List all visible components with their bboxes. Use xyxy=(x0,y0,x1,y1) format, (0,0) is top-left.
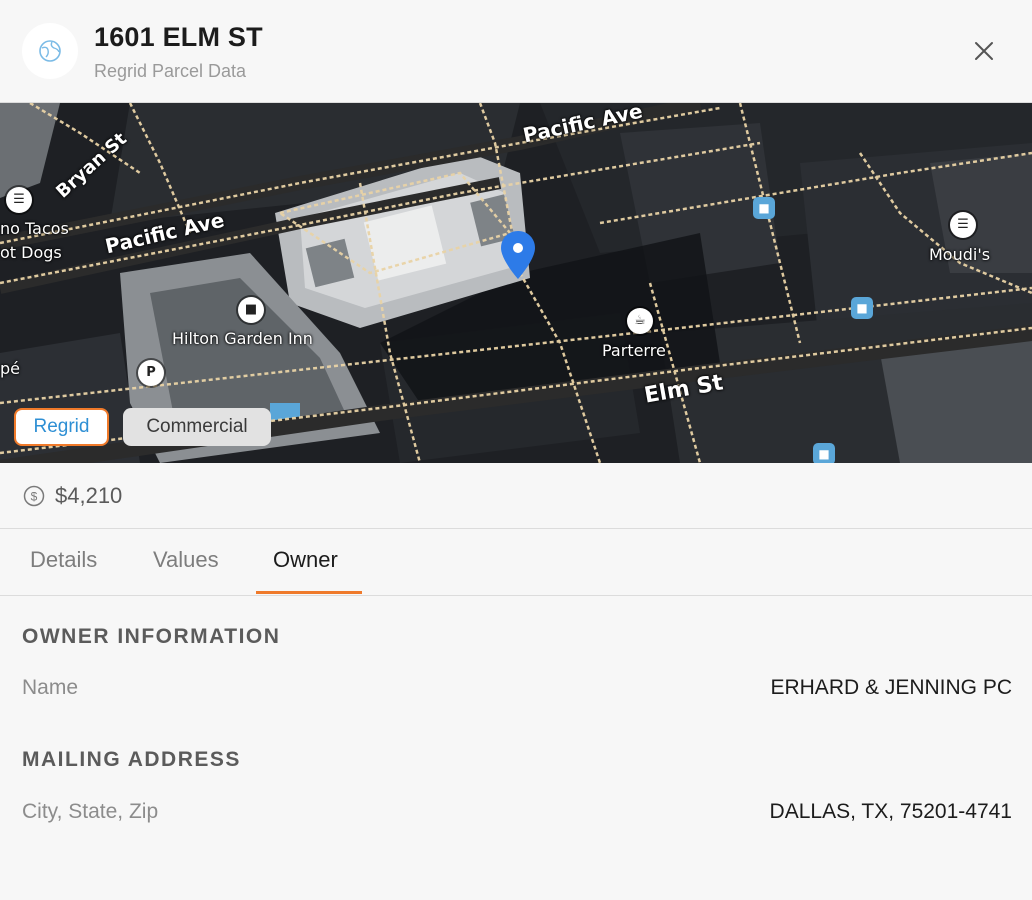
location-pin-icon[interactable] xyxy=(499,229,537,281)
close-icon[interactable] xyxy=(968,35,1000,67)
page-title: 1601 ELM ST xyxy=(94,22,263,52)
page-subtitle: Regrid Parcel Data xyxy=(94,61,247,81)
parking-icon[interactable]: P xyxy=(138,360,164,386)
tab-details[interactable]: Details xyxy=(30,547,97,573)
restaurant-icon[interactable]: ☰ xyxy=(950,212,976,238)
close-button[interactable] xyxy=(968,35,1000,67)
city-state-zip-label: City, State, Zip xyxy=(22,800,159,823)
cafe-icon[interactable]: ☕ xyxy=(627,308,653,334)
hotel-icon[interactable]: ■ xyxy=(238,297,264,323)
poi-label: Moudi's xyxy=(929,245,991,264)
poi-label: Parterre xyxy=(602,341,666,360)
tab-owner[interactable]: Owner xyxy=(273,547,338,573)
panel-header: 1601 ELM ST Regrid Parcel Data xyxy=(0,0,1032,103)
bus-stop-icon[interactable]: ■ xyxy=(851,297,873,319)
poi-label: pé xyxy=(0,359,20,378)
active-tab-indicator xyxy=(256,591,362,594)
tab-bar: Details Values Owner xyxy=(0,529,1032,596)
svg-text:$: $ xyxy=(31,490,38,504)
tab-values[interactable]: Values xyxy=(153,547,219,573)
poi-label: Hilton Garden Inn xyxy=(172,329,313,348)
commercial-tag[interactable]: Commercial xyxy=(123,408,271,446)
restaurant-icon[interactable]: ☰ xyxy=(6,187,32,213)
globe-icon xyxy=(39,40,61,62)
poi-label: no Tacos xyxy=(0,219,69,238)
mailing-address-heading: MAILING ADDRESS xyxy=(22,748,241,771)
price-value: $4,210 xyxy=(55,483,123,508)
dollar-circle-icon: $ xyxy=(23,485,45,507)
satellite-map[interactable]: Pacific Ave Bryan St Pacific Ave Elm St … xyxy=(0,103,1032,463)
bus-stop-icon[interactable]: ■ xyxy=(753,197,775,219)
owner-information-heading: OWNER INFORMATION xyxy=(22,625,281,648)
bus-stop-icon[interactable]: ■ xyxy=(813,443,835,463)
poi-label: ot Dogs xyxy=(0,243,62,262)
city-state-zip-value: DALLAS, TX, 75201-4741 xyxy=(769,800,1012,823)
regrid-logo xyxy=(22,23,78,79)
owner-name-label: Name xyxy=(22,676,79,699)
owner-name-value: ERHARD & JENNING PC xyxy=(770,676,1012,699)
regrid-tag[interactable]: Regrid xyxy=(14,408,109,446)
price-row: $ $4,210 xyxy=(0,463,1032,529)
